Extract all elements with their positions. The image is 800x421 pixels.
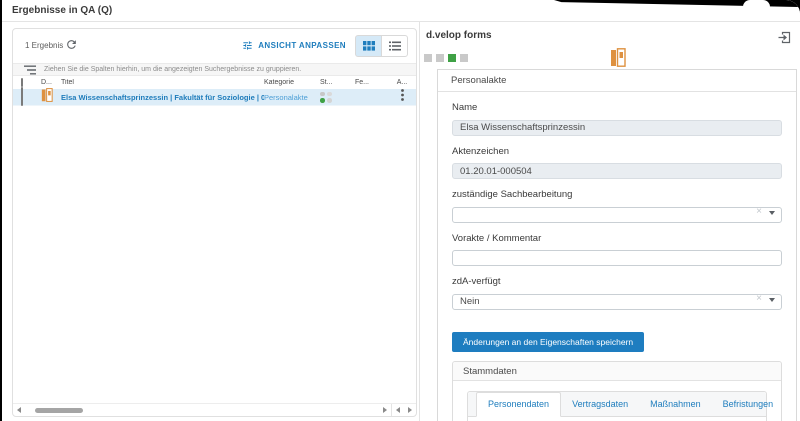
field-sachbearbeitung-label: zuständige Sachbearbeitung xyxy=(452,189,782,200)
stammdaten-tabbar: Personendaten Vertragsdaten Maßnahmen Be… xyxy=(468,392,766,417)
field-vorakte: Vorakte / Kommentar xyxy=(452,233,782,267)
field-zda: zdA-verfügt × xyxy=(452,276,782,310)
column-doc[interactable]: D... xyxy=(41,79,61,86)
field-aktenzeichen-label: Aktenzeichen xyxy=(452,146,782,157)
list-view-button[interactable] xyxy=(381,35,408,57)
status-dot xyxy=(327,92,332,97)
save-properties-button[interactable]: Änderungen an den Eigenschaften speicher… xyxy=(452,332,644,352)
field-sachbearbeitung: zuständige Sachbearbeitung × xyxy=(452,189,782,223)
column-actions[interactable]: A... xyxy=(391,79,413,86)
result-count: 1 Ergebnis xyxy=(25,41,63,50)
group-hint-text: Ziehen Sie die Spalten hierhin, um die a… xyxy=(44,66,301,73)
column-title[interactable]: Titel xyxy=(61,79,264,86)
row-checkbox[interactable] xyxy=(21,87,23,106)
form-card-title: Personalakte xyxy=(438,70,796,92)
result-title-link[interactable]: Elsa Wissenschaftsprinzessin | Fakultät … xyxy=(61,93,264,102)
table-view-icon xyxy=(363,41,375,51)
horizontal-scrollbar xyxy=(13,403,416,416)
tab-personendaten[interactable]: Personendaten xyxy=(476,392,561,417)
page-title: Ergebnisse in QA (Q) xyxy=(12,5,112,16)
status-square xyxy=(424,54,432,62)
field-aktenzeichen: Aktenzeichen xyxy=(452,146,782,180)
customize-view-button[interactable]: ANSICHT ANPASSEN xyxy=(242,40,346,51)
scroll-right-arrow[interactable] xyxy=(379,404,391,416)
chevron-down-icon[interactable] xyxy=(769,211,775,215)
tab-panel-personendaten: Titel / akademischer Grad Geburtsdatum xyxy=(468,417,766,421)
tab-befristungen[interactable]: Befristungen xyxy=(712,392,785,416)
column-fe[interactable]: Fe... xyxy=(355,79,391,86)
field-zda-input[interactable] xyxy=(452,294,782,310)
view-toggle-group xyxy=(355,35,408,57)
tab-vertragsdaten[interactable]: Vertragsdaten xyxy=(561,392,639,416)
row-menu-icon[interactable] xyxy=(401,89,404,101)
field-vorakte-label: Vorakte / Kommentar xyxy=(452,233,782,244)
status-square xyxy=(436,54,444,62)
forms-app-title: d.velop forms xyxy=(426,30,492,41)
status-dot xyxy=(320,92,325,97)
clear-icon[interactable]: × xyxy=(756,293,762,305)
table-view-button[interactable] xyxy=(355,35,382,57)
status-dot-green xyxy=(320,98,325,103)
results-table-header: D... Titel Kategorie St... Fe... A... xyxy=(13,76,416,89)
tab-massnahmen[interactable]: Maßnahmen xyxy=(639,392,712,416)
clear-icon[interactable]: × xyxy=(756,206,762,218)
tune-icon xyxy=(242,40,253,51)
field-name-label: Name xyxy=(452,102,782,113)
group-drop-zone[interactable]: Ziehen Sie die Spalten hierhin, um die a… xyxy=(13,63,416,76)
status-square xyxy=(460,54,468,62)
search-results-panel: 1 Ergebnis ANSICHT ANPASSEN xyxy=(12,28,417,417)
page-previous-arrow[interactable] xyxy=(392,404,404,416)
refresh-icon[interactable] xyxy=(65,38,81,54)
field-sachbearbeitung-input[interactable] xyxy=(452,207,782,223)
group-columns-icon xyxy=(24,65,36,75)
field-name-input xyxy=(452,120,782,136)
status-squares xyxy=(424,54,468,62)
stammdaten-card: Stammdaten Personendaten Vertragsdaten M… xyxy=(452,361,782,421)
personalakte-binder-icon xyxy=(41,88,53,102)
app-window: Ergebnisse in QA (Q) 1 Ergebnis ANSICHT … xyxy=(2,0,800,421)
column-status[interactable]: St... xyxy=(320,79,355,86)
scrollbar-thumb[interactable] xyxy=(35,408,83,413)
field-vorakte-input[interactable] xyxy=(452,250,782,266)
page-next-arrow[interactable] xyxy=(404,404,416,416)
status-dots xyxy=(320,92,332,103)
scroll-left-arrow[interactable] xyxy=(13,404,25,416)
window-corner-bump xyxy=(743,0,770,7)
result-category-link[interactable]: Personalakte xyxy=(264,93,320,102)
form-scroll-area: Personalakte Name Aktenzeichen zuständig… xyxy=(437,69,797,421)
status-square-green xyxy=(448,54,456,62)
results-toolbar: 1 Ergebnis ANSICHT ANPASSEN xyxy=(13,29,416,63)
field-zda-label: zdA-verfügt xyxy=(452,276,782,287)
forms-panel: d.velop forms Personalakte xyxy=(420,22,800,421)
column-category[interactable]: Kategorie xyxy=(264,79,320,86)
stammdaten-tabbox: Personendaten Vertragsdaten Maßnahmen Be… xyxy=(467,391,767,421)
customize-view-label: ANSICHT ANPASSEN xyxy=(258,41,346,50)
list-view-icon xyxy=(389,41,401,51)
chevron-down-icon[interactable] xyxy=(769,298,775,302)
open-external-icon[interactable] xyxy=(778,31,791,44)
table-row[interactable]: Elsa Wissenschaftsprinzessin | Fakultät … xyxy=(13,89,416,106)
field-aktenzeichen-input xyxy=(452,163,782,179)
scrollbar-track[interactable] xyxy=(25,404,379,416)
field-name: Name xyxy=(452,102,782,136)
status-dot xyxy=(327,98,332,103)
stammdaten-title: Stammdaten xyxy=(453,362,781,381)
select-all-checkbox[interactable] xyxy=(21,78,23,87)
